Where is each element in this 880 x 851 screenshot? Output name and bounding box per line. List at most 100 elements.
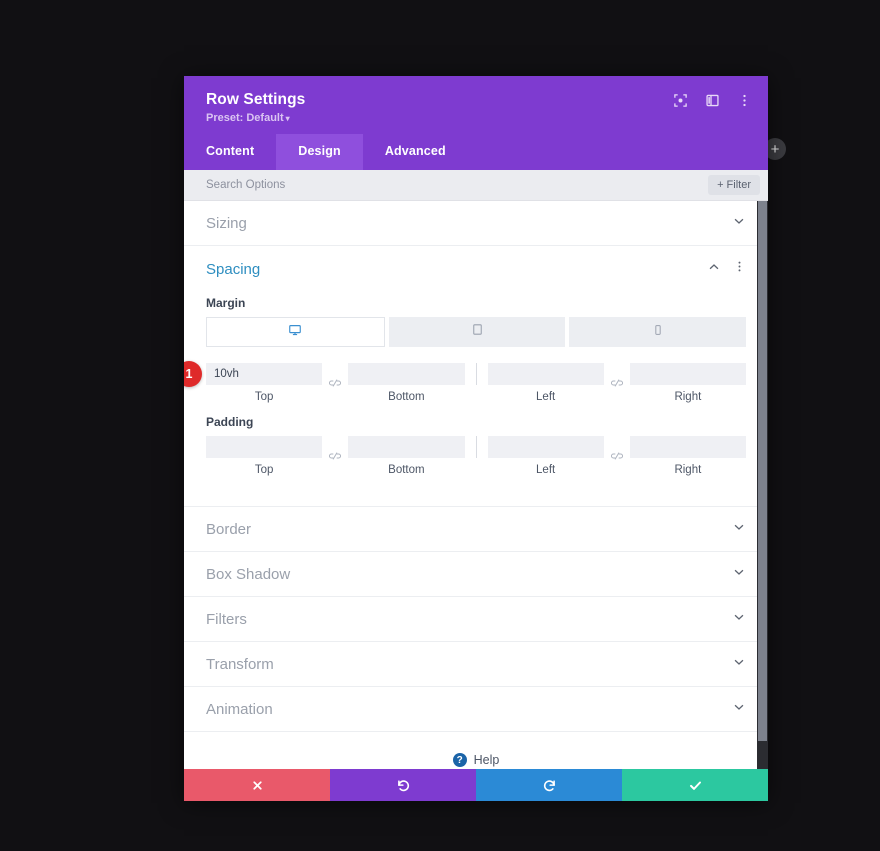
section-transform[interactable]: Transform bbox=[184, 642, 768, 688]
scrollbar-thumb[interactable] bbox=[758, 201, 767, 742]
device-tab-tablet[interactable] bbox=[388, 317, 566, 348]
chevron-down-icon bbox=[732, 520, 746, 539]
section-box-shadow[interactable]: Box Shadow bbox=[184, 552, 768, 598]
section-tools bbox=[707, 260, 746, 279]
plus-icon: + bbox=[770, 140, 780, 158]
margin-vertical-group: Top bbox=[206, 363, 465, 403]
unlink-icon[interactable] bbox=[322, 451, 348, 461]
more-vertical-icon[interactable] bbox=[733, 260, 746, 278]
padding-top-cell: Top bbox=[206, 436, 323, 477]
section-label: Spacing bbox=[206, 260, 261, 278]
padding-left-caption: Left bbox=[536, 464, 556, 477]
filter-button[interactable]: + Filter bbox=[708, 175, 760, 196]
header-icon-group bbox=[672, 92, 752, 108]
plus-icon: + bbox=[717, 179, 724, 192]
unlink-icon[interactable] bbox=[322, 378, 348, 388]
section-spacing: Spacing Margin 1 10vh Top Bottom Left Ri… bbox=[184, 246, 768, 508]
page-title: Row Settings bbox=[206, 91, 306, 108]
margin-left-caption: Left bbox=[536, 391, 556, 404]
panel-tabs: Content Design Advanced bbox=[184, 134, 768, 171]
chevron-down-icon: ▾ bbox=[285, 114, 290, 124]
padding-horizontal-group: Left Right bbox=[487, 436, 746, 477]
section-label: Transform bbox=[206, 655, 274, 673]
chevron-down-icon bbox=[732, 610, 746, 629]
help-link[interactable]: ? Help bbox=[184, 732, 768, 769]
margin-left-input[interactable] bbox=[487, 363, 604, 386]
focus-icon[interactable] bbox=[672, 92, 688, 108]
phone-icon bbox=[652, 323, 664, 341]
padding-left-cell: Left bbox=[487, 436, 604, 477]
tab-content[interactable]: Content bbox=[184, 134, 276, 170]
padding-right-caption: Right bbox=[674, 464, 702, 477]
margin-top-caption: Top bbox=[254, 391, 274, 404]
margin-bottom-caption: Bottom bbox=[388, 391, 425, 404]
search-input[interactable] bbox=[206, 179, 709, 192]
padding-bottom-cell: Bottom bbox=[348, 436, 465, 476]
section-spacing-header[interactable]: Spacing bbox=[184, 246, 768, 292]
margin-label: Margin bbox=[206, 296, 246, 311]
margin-bottom-cell: Bottom bbox=[348, 363, 465, 404]
chevron-down-icon bbox=[732, 700, 746, 719]
status-badge: 1 bbox=[184, 361, 202, 388]
help-icon: ? bbox=[452, 753, 467, 768]
padding-vertical-group: Top Bottom bbox=[206, 436, 465, 476]
row-settings-panel: Row Settings Preset: Default ▾ Content D… bbox=[184, 76, 768, 801]
tablet-icon bbox=[471, 323, 484, 341]
checkmark-icon bbox=[688, 778, 703, 793]
section-sizing[interactable]: Sizing bbox=[184, 201, 768, 247]
padding-left-input[interactable] bbox=[487, 436, 604, 459]
unlink-icon[interactable] bbox=[604, 378, 630, 388]
section-filters[interactable]: Filters bbox=[184, 597, 768, 643]
section-label: Animation bbox=[206, 700, 273, 718]
padding-label: Padding bbox=[206, 415, 254, 430]
search-bar: +Filter bbox=[184, 170, 768, 202]
desktop-icon bbox=[288, 323, 302, 342]
margin-right-input[interactable] bbox=[629, 363, 746, 386]
margin-row: 1 Top bbox=[184, 361, 746, 404]
field-divider bbox=[475, 363, 477, 386]
padding-top-caption: Top bbox=[254, 464, 274, 477]
margin-top-input[interactable] bbox=[206, 363, 323, 386]
more-vertical-icon[interactable] bbox=[736, 92, 752, 108]
section-border[interactable]: Border bbox=[184, 507, 768, 553]
panel-layout-icon[interactable] bbox=[704, 92, 720, 108]
redo-button[interactable] bbox=[476, 769, 622, 801]
device-toggle bbox=[206, 317, 747, 348]
preset-selector[interactable]: Preset: Default ▾ bbox=[206, 112, 748, 124]
unlink-icon[interactable] bbox=[604, 451, 630, 461]
padding-right-input[interactable] bbox=[629, 436, 746, 459]
device-tab-phone[interactable] bbox=[569, 317, 747, 348]
chevron-down-icon bbox=[732, 565, 746, 584]
undo-button[interactable] bbox=[330, 769, 476, 801]
screen: + Row Settings Preset: Default ▾ Content… bbox=[0, 0, 880, 851]
chevron-up-icon[interactable] bbox=[707, 260, 721, 279]
filter-label: Filter bbox=[726, 179, 751, 192]
device-tab-desktop[interactable] bbox=[206, 317, 385, 348]
margin-right-caption: Right bbox=[674, 391, 702, 404]
chevron-down-icon bbox=[732, 214, 746, 233]
tab-advanced[interactable]: Advanced bbox=[363, 134, 468, 170]
scrollbar-track[interactable] bbox=[757, 201, 768, 769]
margin-bottom-input[interactable] bbox=[348, 363, 465, 386]
settings-scroll-area[interactable]: Sizing Spacing Margin 1 10vh Top Bottom … bbox=[184, 201, 768, 769]
undo-icon bbox=[396, 778, 411, 793]
panel-footer bbox=[184, 769, 768, 801]
margin-horizontal-group: Left Right bbox=[487, 363, 746, 404]
padding-bottom-input[interactable] bbox=[348, 436, 465, 459]
section-label: Box Shadow bbox=[206, 565, 291, 583]
section-label: Border bbox=[206, 520, 252, 538]
redo-icon bbox=[542, 778, 557, 793]
section-animation[interactable]: Animation bbox=[184, 687, 768, 733]
padding-top-input[interactable] bbox=[206, 436, 323, 459]
preset-label: Preset: Default bbox=[206, 112, 284, 125]
close-icon bbox=[251, 779, 264, 792]
tab-design[interactable]: Design bbox=[276, 134, 363, 171]
save-button[interactable] bbox=[622, 769, 768, 801]
chevron-down-icon bbox=[732, 655, 746, 674]
field-divider bbox=[475, 436, 477, 459]
section-label: Sizing bbox=[206, 214, 247, 232]
section-label: Filters bbox=[206, 610, 247, 628]
help-label: Help bbox=[473, 753, 500, 768]
margin-right-cell: Right bbox=[629, 363, 746, 404]
cancel-button[interactable] bbox=[184, 769, 330, 801]
